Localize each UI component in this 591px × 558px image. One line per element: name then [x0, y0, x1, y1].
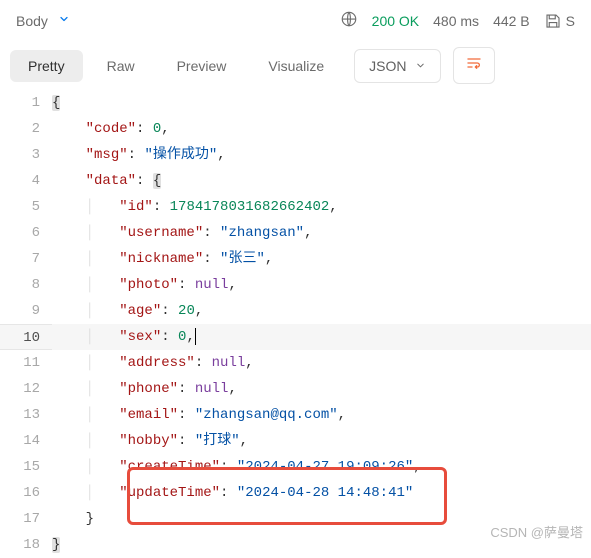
code-line: │ "age": 20, [52, 298, 591, 324]
line-number: 17 [0, 506, 40, 532]
wrap-icon [466, 56, 482, 70]
line-number: 8 [0, 272, 40, 298]
format-label: JSON [369, 58, 406, 74]
code-line: │ "sex": 0, [52, 324, 591, 350]
globe-icon[interactable] [340, 10, 358, 31]
chevron-down-icon [415, 60, 426, 71]
line-number: 9 [0, 298, 40, 324]
text-cursor [195, 328, 196, 345]
line-number: 7 [0, 246, 40, 272]
line-number: 6 [0, 220, 40, 246]
code-line: │ "phone": null, [52, 376, 591, 402]
chevron-down-icon[interactable] [58, 13, 70, 28]
save-icon [544, 12, 562, 30]
code-line: "msg": "操作成功", [52, 142, 591, 168]
top-right: 200 OK 480 ms 442 B S [340, 10, 575, 31]
line-number: 18 [0, 532, 40, 558]
line-number: 14 [0, 428, 40, 454]
response-size: 442 B [493, 13, 530, 29]
code-line: │ "createTime": "2024-04-27 19:09:26", [52, 454, 591, 480]
code-line: "code": 0, [52, 116, 591, 142]
tab-raw[interactable]: Raw [89, 50, 153, 82]
tab-pretty[interactable]: Pretty [10, 50, 83, 82]
code-line: │ "email": "zhangsan@qq.com", [52, 402, 591, 428]
watermark: CSDN @萨曼塔 [490, 522, 583, 541]
body-label[interactable]: Body [16, 13, 48, 29]
line-number: 2 [0, 116, 40, 142]
tab-preview[interactable]: Preview [159, 50, 245, 82]
code-line: "data": { [52, 168, 591, 194]
response-time: 480 ms [433, 13, 479, 29]
code-line: │ "photo": null, [52, 272, 591, 298]
line-number: 4 [0, 168, 40, 194]
wrap-lines-button[interactable] [453, 47, 495, 84]
tab-visualize[interactable]: Visualize [250, 50, 342, 82]
line-number: 15 [0, 454, 40, 480]
line-number: 3 [0, 142, 40, 168]
code-line: │ "address": null, [52, 350, 591, 376]
top-left: Body [16, 13, 70, 29]
code-line: { [52, 90, 591, 116]
line-number: 10 [0, 324, 52, 350]
line-number: 13 [0, 402, 40, 428]
status-code: 200 OK [372, 13, 419, 29]
line-number: 12 [0, 376, 40, 402]
tabs-row: Pretty Raw Preview Visualize JSON [0, 41, 591, 90]
code-line: │ "username": "zhangsan", [52, 220, 591, 246]
save-response-button[interactable]: S [544, 12, 575, 30]
code-line: │ "updateTime": "2024-04-28 14:48:41" [52, 480, 591, 506]
code-line: │ "nickname": "张三", [52, 246, 591, 272]
line-number: 16 [0, 480, 40, 506]
code-area: 1 2 3 4 5 6 7 8 9 10 11 12 13 14 15 16 1… [0, 90, 591, 558]
line-number: 11 [0, 350, 40, 376]
top-bar: Body 200 OK 480 ms 442 B S [0, 0, 591, 41]
line-gutter: 1 2 3 4 5 6 7 8 9 10 11 12 13 14 15 16 1… [0, 90, 52, 558]
code-line: │ "id": 1784178031682662402, [52, 194, 591, 220]
code-line: │ "hobby": "打球", [52, 428, 591, 454]
code-content[interactable]: { "code": 0, "msg": "操作成功", "data": { │ … [52, 90, 591, 558]
format-dropdown[interactable]: JSON [354, 49, 440, 83]
line-number: 5 [0, 194, 40, 220]
line-number: 1 [0, 90, 40, 116]
